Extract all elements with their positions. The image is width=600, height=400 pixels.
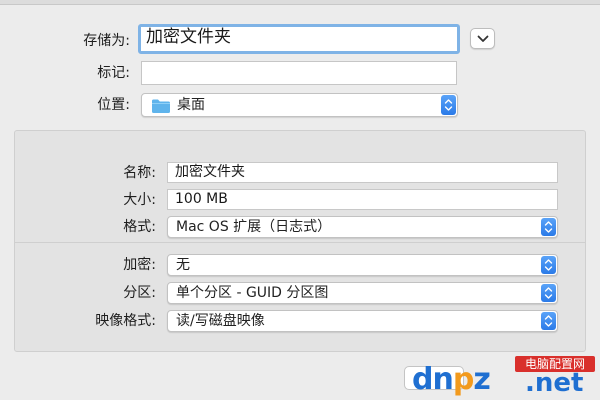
name-label: 名称: [123, 165, 156, 181]
image-format-label: 映像格式: [95, 313, 156, 329]
encryption-value: 无 [176, 257, 190, 273]
watermark-suffix: .net [525, 368, 584, 398]
expand-dialog-button[interactable] [470, 28, 495, 49]
image-format-value: 读/写磁盘映像 [176, 313, 265, 329]
save-dialog: 存储为: 加密文件夹 标记: 位置: 桌面 名称: 加密文件夹 大小: 100 … [0, 0, 600, 400]
save-as-label: 存储为: [83, 33, 130, 49]
format-stepper[interactable] [541, 218, 556, 236]
up-down-chevron-icon [544, 315, 553, 327]
watermark-logo: dnpz 电脑配置网 .net [412, 356, 598, 398]
chevron-down-icon [477, 35, 488, 42]
tags-input[interactable] [141, 61, 457, 85]
format-value: Mac OS 扩展（日志式） [176, 219, 332, 235]
encryption-popup[interactable]: 无 [167, 254, 558, 276]
up-down-chevron-icon [544, 287, 553, 299]
format-popup[interactable]: Mac OS 扩展（日志式） [167, 216, 558, 238]
window-top-edge [0, 0, 600, 5]
folder-icon [152, 99, 170, 113]
up-down-chevron-icon [444, 99, 453, 111]
partition-value: 单个分区 - GUID 分区图 [176, 285, 329, 301]
partition-popup[interactable]: 单个分区 - GUID 分区图 [167, 282, 558, 304]
location-value: 桌面 [177, 97, 205, 113]
format-label: 格式: [123, 219, 156, 235]
name-input[interactable]: 加密文件夹 [167, 162, 558, 183]
up-down-chevron-icon [544, 221, 553, 233]
location-label: 位置: [97, 97, 130, 113]
panel-divider [14, 242, 586, 243]
save-as-input[interactable]: 加密文件夹 [138, 24, 460, 54]
encryption-stepper[interactable] [541, 256, 556, 274]
encryption-label: 加密: [123, 257, 156, 273]
image-format-popup[interactable]: 读/写磁盘映像 [167, 310, 558, 332]
partition-label: 分区: [123, 285, 156, 301]
size-label: 大小: [123, 192, 156, 208]
size-input[interactable]: 100 MB [167, 189, 558, 210]
partition-stepper[interactable] [541, 284, 556, 302]
tags-label: 标记: [97, 65, 130, 81]
location-popup[interactable]: 桌面 [141, 93, 458, 117]
up-down-chevron-icon [544, 259, 553, 271]
watermark-letters: dnpz [412, 362, 491, 397]
location-stepper[interactable] [441, 95, 456, 115]
image-format-stepper[interactable] [541, 312, 556, 330]
